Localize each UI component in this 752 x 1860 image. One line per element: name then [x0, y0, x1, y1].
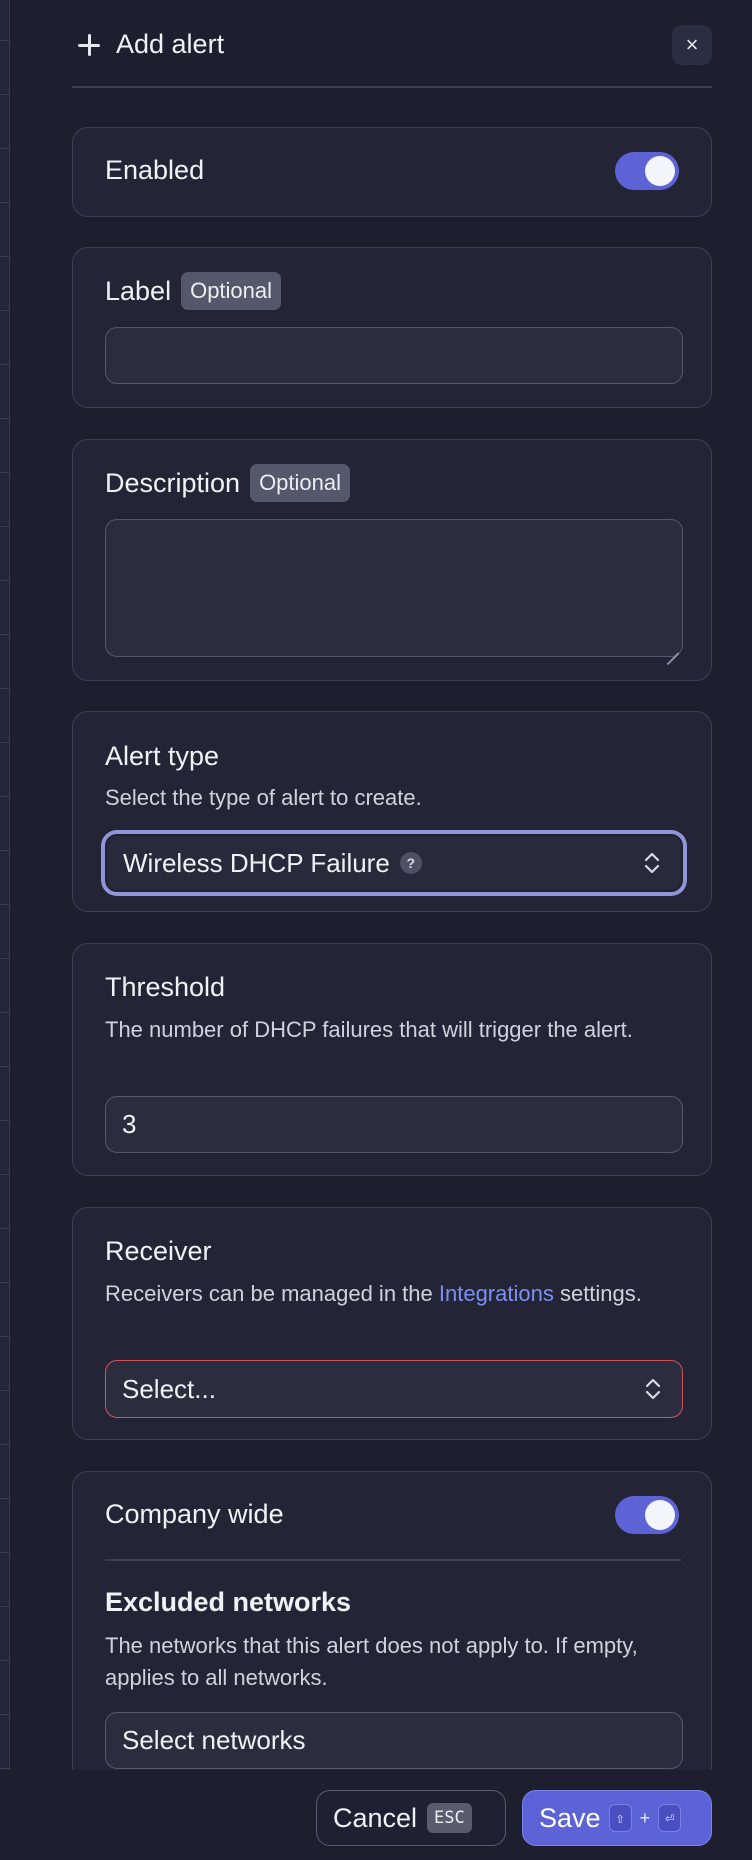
- description-field-label: Description: [105, 467, 241, 498]
- strip-tick: [0, 1120, 10, 1121]
- drawer-header: Add alert ×: [72, 24, 712, 66]
- strip-tick: [0, 256, 10, 257]
- close-icon: ×: [685, 32, 699, 57]
- alert-type-card: Alert type Select the type of alert to c…: [72, 711, 712, 912]
- strip-tick: [0, 148, 10, 149]
- receiver-help: Receivers can be managed in the Integrat…: [105, 1281, 642, 1306]
- strip-tick: [0, 796, 10, 797]
- strip-tick: [0, 1660, 10, 1661]
- label-card: Label Optional: [72, 247, 712, 408]
- plus-icon: [76, 32, 102, 58]
- strip-tick: [0, 1174, 10, 1175]
- enabled-label: Enabled: [105, 155, 205, 185]
- cancel-button[interactable]: Cancel ESC: [316, 1790, 506, 1846]
- excluded-networks-placeholder: Select networks: [122, 1725, 306, 1755]
- chevron-up-down-icon: [645, 1378, 661, 1400]
- receiver-card: Receiver Receivers can be managed in the…: [72, 1207, 712, 1440]
- strip-tick: [0, 1282, 10, 1283]
- optional-badge: Optional: [181, 272, 282, 310]
- strip-tick: [0, 958, 10, 959]
- strip-tick: [0, 1714, 10, 1715]
- strip-tick: [0, 688, 10, 689]
- enabled-card: Enabled: [72, 127, 712, 217]
- resize-grip-icon[interactable]: [667, 641, 679, 653]
- strip-tick: [0, 1228, 10, 1229]
- enabled-toggle[interactable]: [615, 152, 679, 190]
- page: Add alert × Enabled Label Optional Descr…: [0, 0, 752, 1860]
- threshold-input[interactable]: 3: [105, 1096, 683, 1153]
- strip-tick: [0, 904, 10, 905]
- excluded-networks-input[interactable]: Select networks: [105, 1712, 683, 1769]
- company-wide-label: Company wide: [105, 1499, 284, 1529]
- alert-type-selected-value: Wireless DHCP Failure: [123, 847, 390, 878]
- threshold-help: The number of DHCP failures that will tr…: [105, 1017, 633, 1042]
- excluded-networks-help: The networks that this alert does not ap…: [105, 1633, 638, 1690]
- receiver-label: Receiver: [105, 1236, 212, 1266]
- save-label: Save: [539, 1802, 601, 1833]
- alert-type-help: Select the type of alert to create.: [105, 785, 422, 810]
- strip-tick: [0, 1444, 10, 1445]
- add-alert-drawer: Add alert × Enabled Label Optional Descr…: [72, 0, 712, 1860]
- threshold-label: Threshold: [105, 972, 226, 1002]
- strip-tick: [0, 1066, 10, 1067]
- excluded-networks-label: Excluded networks: [105, 1587, 352, 1617]
- strip-tick: [0, 310, 10, 311]
- strip-tick: [0, 1390, 10, 1391]
- alert-type-label: Alert type: [105, 741, 220, 771]
- strip-tick: [0, 418, 10, 419]
- receiver-select[interactable]: Select...: [105, 1360, 683, 1418]
- integrations-link[interactable]: Integrations: [439, 1281, 554, 1306]
- strip-tick: [0, 1552, 10, 1553]
- receiver-placeholder: Select...: [122, 1373, 216, 1404]
- strip-tick: [0, 1606, 10, 1607]
- strip-tick: [0, 94, 10, 95]
- enter-key-icon: ⏎: [658, 1804, 682, 1832]
- strip-tick: [0, 634, 10, 635]
- optional-badge: Optional: [250, 464, 351, 502]
- card-divider: [105, 1559, 681, 1561]
- company-wide-toggle[interactable]: [615, 1496, 679, 1534]
- description-card: Description Optional: [72, 439, 712, 681]
- strip-tick: [0, 1498, 10, 1499]
- key-plus-separator: +: [639, 1807, 651, 1828]
- strip-tick: [0, 526, 10, 527]
- toggle-knob: [645, 1500, 675, 1530]
- threshold-card: Threshold The number of DHCP failures th…: [72, 943, 712, 1176]
- strip-tick: [0, 40, 10, 41]
- save-button[interactable]: Save ⇧ + ⏎: [522, 1790, 712, 1846]
- label-input[interactable]: [105, 327, 683, 384]
- background-page-strip: [0, 0, 10, 1860]
- header-divider: [72, 86, 712, 88]
- label-field-label: Label: [105, 275, 172, 306]
- drawer-title: Add alert: [116, 29, 225, 59]
- strip-tick: [0, 580, 10, 581]
- strip-tick: [0, 472, 10, 473]
- description-textarea[interactable]: [105, 519, 683, 657]
- strip-tick: [0, 850, 10, 851]
- strip-tick: [0, 742, 10, 743]
- strip-tick: [0, 202, 10, 203]
- shift-key-icon: ⇧: [608, 1804, 632, 1832]
- chevron-up-down-icon: [644, 852, 660, 874]
- help-icon[interactable]: ?: [399, 852, 422, 874]
- close-button[interactable]: ×: [672, 25, 712, 65]
- strip-tick: [0, 1012, 10, 1013]
- esc-key-hint: ESC: [427, 1803, 472, 1833]
- cancel-label: Cancel: [333, 1802, 418, 1833]
- toggle-knob: [645, 156, 675, 186]
- strip-tick: [0, 1336, 10, 1337]
- alert-type-select[interactable]: Wireless DHCP Failure ?: [105, 834, 683, 892]
- strip-tick: [0, 364, 10, 365]
- strip-tick: [0, 1768, 10, 1769]
